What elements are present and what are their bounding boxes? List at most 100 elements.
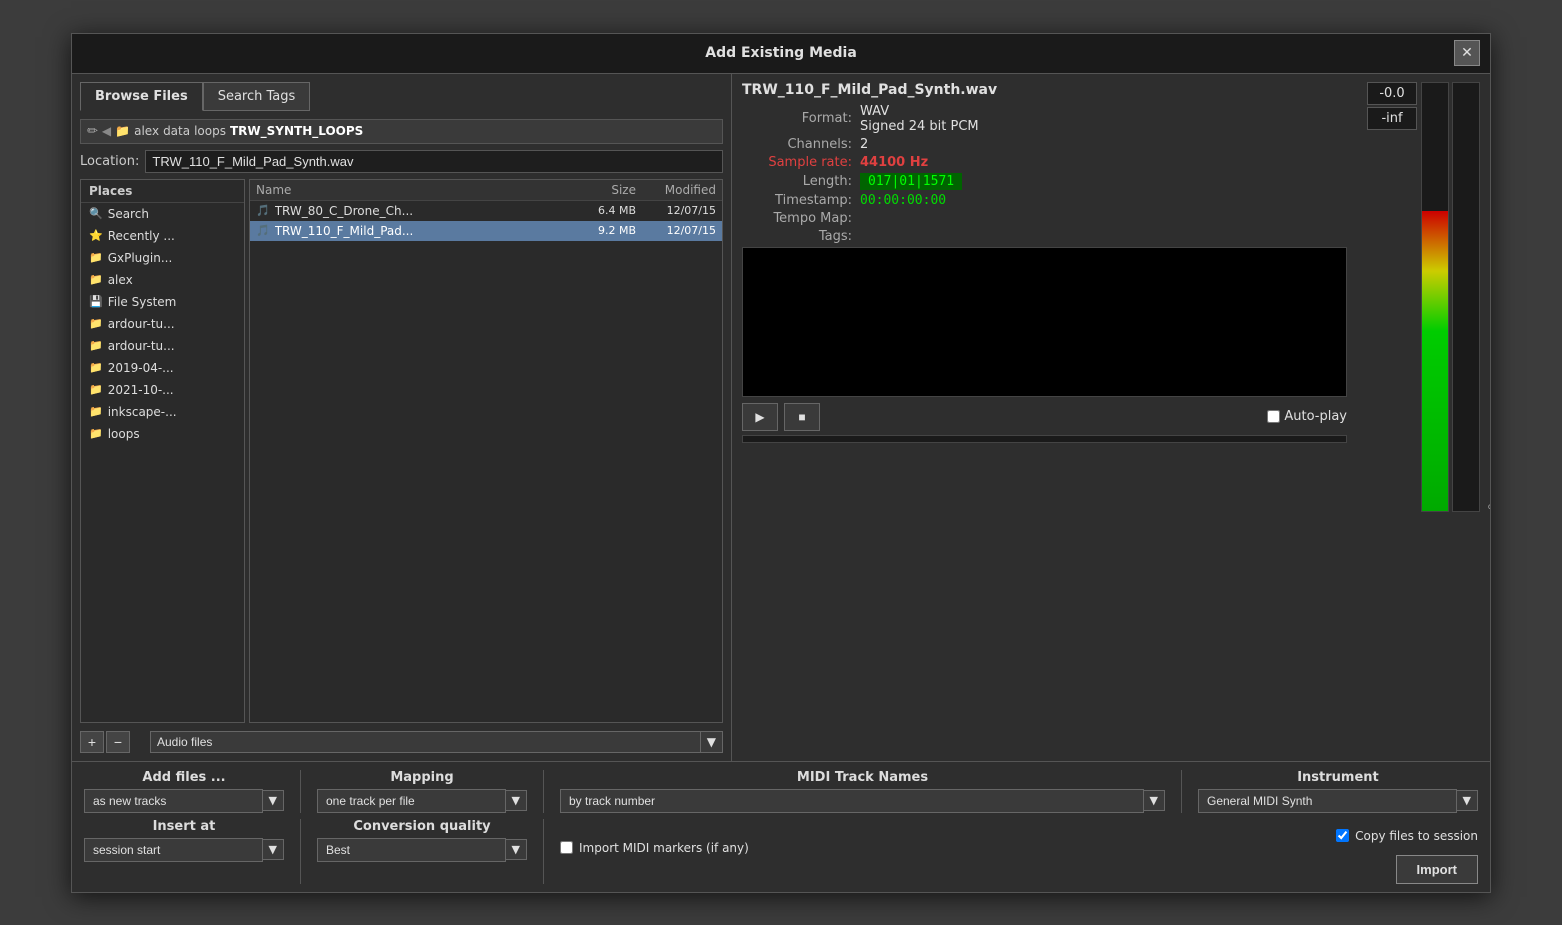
breadcrumb-folder-icon: 📁 bbox=[115, 124, 130, 138]
add-files-section: Add files ... as new tracks to source li… bbox=[84, 770, 284, 813]
breadcrumb-item-1[interactable]: data bbox=[163, 124, 190, 138]
main-content: Browse Files Search Tags ✏ ◀ 📁 alex data… bbox=[72, 74, 1490, 761]
play-button[interactable]: ▶ bbox=[742, 403, 778, 431]
midi-select-wrapper: by track number by file name by track na… bbox=[560, 789, 1165, 813]
conversion-arrow[interactable]: ▼ bbox=[506, 839, 527, 860]
mapping-select-wrapper: one track per file one track per channel… bbox=[317, 789, 527, 813]
info-row-length: Length: 017|01|1571 bbox=[742, 173, 1347, 190]
tags-box bbox=[742, 247, 1347, 397]
instrument-label: Instrument bbox=[1198, 770, 1478, 785]
info-row-timestamp: Timestamp: 00:00:00:00 bbox=[742, 193, 1347, 208]
mapping-section: Mapping one track per file one track per… bbox=[317, 770, 527, 813]
breadcrumb-item-3[interactable]: TRW_SYNTH_LOOPS bbox=[230, 124, 363, 138]
folder-icon: 📁 bbox=[89, 361, 103, 374]
folder-icon: 📁 bbox=[89, 317, 103, 330]
midi-select[interactable]: by track number by file name by track na… bbox=[560, 789, 1144, 813]
copy-files-row: Copy files to session bbox=[1336, 829, 1478, 843]
instrument-arrow[interactable]: ▼ bbox=[1457, 790, 1478, 811]
divider-5 bbox=[543, 819, 544, 884]
folder-icon: 📁 bbox=[89, 251, 103, 264]
places-item-gxplugin[interactable]: 📁 GxPlugin... bbox=[81, 247, 244, 269]
tempo-label: Tempo Map: bbox=[742, 211, 852, 226]
info-row-format: Format: WAVSigned 24 bit PCM bbox=[742, 104, 1347, 134]
instrument-select[interactable]: General MIDI Synth None bbox=[1198, 789, 1457, 813]
places-panel: Places 🔍 Search ⭐ Recently ... 📁 GxPlugi… bbox=[80, 179, 245, 723]
table-row[interactable]: 🎵 TRW_110_F_Mild_Pad... 9.2 MB 12/07/15 bbox=[250, 221, 722, 241]
info-row-channels: Channels: 2 bbox=[742, 137, 1347, 152]
places-item-inkscape[interactable]: 📁 inkscape-... bbox=[81, 401, 244, 423]
meter-container: -0.0 -inf +3 +0 -3 bbox=[1367, 82, 1480, 512]
length-value: 017|01|1571 bbox=[860, 173, 962, 190]
table-row[interactable]: 🎵 TRW_80_C_Drone_Ch... 6.4 MB 12/07/15 bbox=[250, 201, 722, 221]
col-name-header: Name bbox=[256, 183, 576, 197]
add-place-button[interactable]: + bbox=[80, 731, 104, 753]
insert-select[interactable]: session start playhead position timestam… bbox=[84, 838, 263, 862]
channels-label: Channels: bbox=[742, 137, 852, 152]
tab-browse-files[interactable]: Browse Files bbox=[80, 82, 203, 111]
divider-4 bbox=[300, 819, 301, 884]
add-files-select[interactable]: as new tracks to source list as new regi… bbox=[84, 789, 263, 813]
places-item-ardour1[interactable]: 📁 ardour-tu... bbox=[81, 313, 244, 335]
folder-icon: 📁 bbox=[89, 383, 103, 396]
autoplay-checkbox[interactable] bbox=[1267, 410, 1280, 423]
filter-arrow[interactable]: ▼ bbox=[701, 731, 723, 753]
insert-at-label: Insert at bbox=[84, 819, 284, 834]
stop-button[interactable]: ■ bbox=[784, 403, 820, 431]
mapping-select[interactable]: one track per file one track per channel… bbox=[317, 789, 506, 813]
breadcrumb-item-2[interactable]: loops bbox=[194, 124, 226, 138]
location-row: Location: bbox=[80, 150, 723, 173]
tab-bar: Browse Files Search Tags bbox=[80, 82, 723, 111]
import-button[interactable]: Import bbox=[1396, 855, 1478, 884]
files-header: Name Size Modified bbox=[250, 180, 722, 201]
autoplay-row: Auto-play bbox=[1267, 409, 1347, 424]
files-panel: Name Size Modified 🎵 TRW_80_C_Drone_Ch..… bbox=[249, 179, 723, 723]
col-size-header: Size bbox=[576, 183, 636, 197]
breadcrumb-item-0[interactable]: alex bbox=[134, 124, 159, 138]
places-item-alex[interactable]: 📁 alex bbox=[81, 269, 244, 291]
location-input[interactable] bbox=[145, 150, 723, 173]
actions-section: Copy files to session Import bbox=[1198, 819, 1478, 884]
midi-track-label: MIDI Track Names bbox=[560, 770, 1165, 785]
places-item-2019[interactable]: 📁 2019-04-... bbox=[81, 357, 244, 379]
places-item-loops[interactable]: 📁 loops bbox=[81, 423, 244, 445]
filter-select[interactable]: Audio files MIDI files All files bbox=[150, 731, 701, 753]
conversion-select[interactable]: Best Good Quick Fast bbox=[317, 838, 506, 862]
tab-search-tags[interactable]: Search Tags bbox=[203, 82, 311, 111]
places-item-recently[interactable]: ⭐ Recently ... bbox=[81, 225, 244, 247]
file-title: TRW_110_F_Mild_Pad_Synth.wav bbox=[742, 82, 1347, 98]
autoplay-label: Auto-play bbox=[1284, 409, 1347, 424]
folder-icon: 📁 bbox=[89, 339, 103, 352]
copy-files-checkbox[interactable] bbox=[1336, 829, 1349, 842]
audio-file-icon: 🎵 bbox=[256, 204, 270, 217]
remove-place-button[interactable]: − bbox=[106, 731, 130, 753]
dialog-title: Add Existing Media bbox=[705, 45, 857, 61]
places-item-filesystem[interactable]: 💾 File System bbox=[81, 291, 244, 313]
divider-2 bbox=[543, 770, 544, 813]
places-header: Places bbox=[81, 180, 244, 203]
right-panel: TRW_110_F_Mild_Pad_Synth.wav Format: WAV… bbox=[732, 74, 1490, 761]
import-midi-row: Import MIDI markers (if any) bbox=[560, 841, 1198, 855]
close-button[interactable]: ✕ bbox=[1454, 40, 1480, 66]
folder-icon: 📁 bbox=[89, 273, 103, 286]
meter-fill-left bbox=[1422, 211, 1448, 511]
midi-arrow[interactable]: ▼ bbox=[1144, 790, 1165, 811]
import-midi-label: Import MIDI markers (if any) bbox=[579, 841, 749, 855]
import-midi-checkbox[interactable] bbox=[560, 841, 573, 854]
search-icon: 🔍 bbox=[89, 207, 103, 220]
edit-icon[interactable]: ✏ bbox=[87, 124, 98, 139]
timestamp-label: Timestamp: bbox=[742, 193, 852, 208]
meter-right-value: -inf bbox=[1367, 107, 1417, 130]
filter-dropdown: Audio files MIDI files All files ▼ bbox=[150, 731, 723, 753]
places-item-2021[interactable]: 📁 2021-10-... bbox=[81, 379, 244, 401]
places-item-ardour2[interactable]: 📁 ardour-tu... bbox=[81, 335, 244, 357]
add-files-arrow[interactable]: ▼ bbox=[263, 790, 284, 811]
midi-track-section: MIDI Track Names by track number by file… bbox=[560, 770, 1165, 813]
tags-section: Tags: bbox=[742, 229, 1347, 397]
file-browser: Places 🔍 Search ⭐ Recently ... 📁 GxPlugi… bbox=[80, 179, 723, 723]
places-item-search[interactable]: 🔍 Search bbox=[81, 203, 244, 225]
meter-channel-right bbox=[1452, 82, 1480, 512]
progress-bar[interactable] bbox=[742, 435, 1347, 443]
file-details: TRW_110_F_Mild_Pad_Synth.wav Format: WAV… bbox=[742, 82, 1347, 512]
insert-arrow[interactable]: ▼ bbox=[263, 839, 284, 860]
mapping-arrow[interactable]: ▼ bbox=[506, 790, 527, 811]
